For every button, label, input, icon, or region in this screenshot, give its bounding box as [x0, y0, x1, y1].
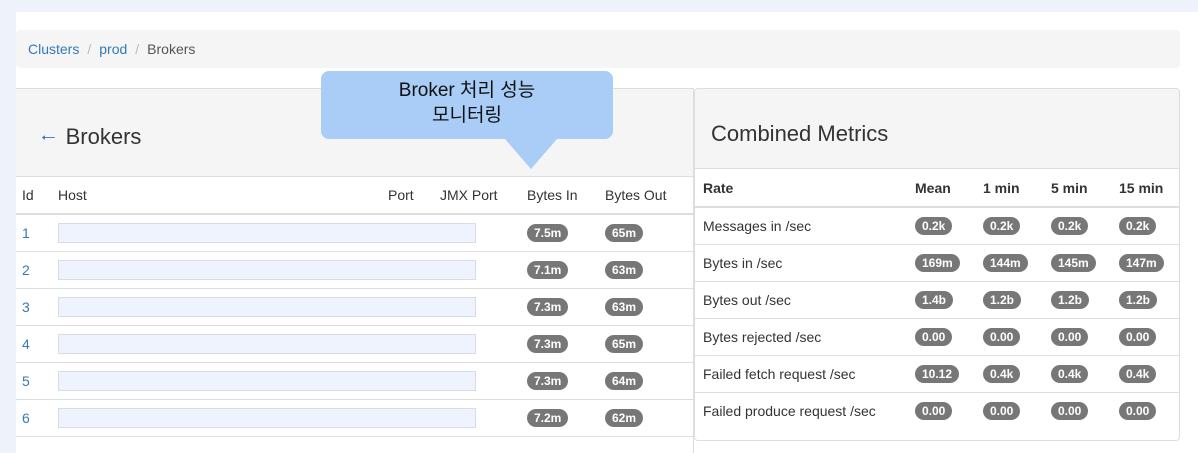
callout-line-2: 모니터링: [432, 105, 502, 126]
table-row: 5 7.3m 64m: [16, 362, 693, 400]
1min-badge: 144m: [983, 253, 1028, 272]
col-15min: 15 min: [1111, 169, 1179, 208]
bytes-in-badge: 7.3m: [527, 297, 569, 316]
bytes-in-badge: 7.3m: [527, 371, 569, 390]
broker-id-link[interactable]: 4: [22, 336, 30, 352]
bytes-in-badge: 7.5m: [527, 223, 569, 242]
bytes-in-badge: 7.3m: [527, 334, 569, 353]
1min-badge: 0.00: [983, 327, 1021, 346]
5min-badge: 0.4k: [1051, 364, 1089, 383]
metric-name: Messages in /sec: [695, 207, 907, 245]
breadcrumb: Clusters / prod / Brokers: [16, 30, 1180, 68]
combined-metrics-panel: Combined Metrics Rate Mean 1 min 5 min 1…: [694, 88, 1180, 441]
host-redacted: [58, 407, 476, 428]
host-redacted: [58, 259, 476, 280]
table-row: 1 7.5m 65m: [16, 214, 693, 252]
table-row: 2 7.1m 63m: [16, 251, 693, 289]
host-redacted: [58, 296, 476, 317]
table-row: Bytes rejected /sec 0.00 0.00 0.00 0.00: [695, 318, 1179, 356]
col-jmx-port: JMX Port: [434, 177, 521, 215]
page-title: 🠀 Brokers: [41, 124, 141, 156]
15min-badge: 147m: [1119, 253, 1164, 272]
mean-badge: 1.4b: [915, 290, 954, 309]
1min-badge: 0.4k: [983, 364, 1021, 383]
host-redacted: [58, 370, 476, 391]
mean-badge: 0.2k: [915, 216, 953, 235]
table-row: Bytes in /sec 169m 144m 145m 147m: [695, 244, 1179, 282]
col-bytes-in: Bytes In: [521, 177, 599, 215]
back-arrow-icon[interactable]: 🠀: [41, 128, 56, 148]
table-row: 6 7.2m 62m: [16, 399, 693, 437]
breadcrumb-clusters-link[interactable]: Clusters: [28, 41, 79, 57]
bytes-out-badge: 65m: [605, 334, 644, 353]
table-row: Messages in /sec 0.2k 0.2k 0.2k 0.2k: [695, 207, 1179, 245]
metrics-table-header: Rate Mean 1 min 5 min 15 min: [695, 169, 1179, 208]
table-row: Failed fetch request /sec 10.12 0.4k 0.4…: [695, 355, 1179, 393]
broker-id-link[interactable]: 3: [22, 299, 30, 315]
breadcrumb-prod-link[interactable]: prod: [99, 41, 127, 57]
brokers-table: Id Host Port JMX Port Bytes In Bytes Out…: [16, 177, 693, 437]
table-row: Failed produce request /sec 0.00 0.00 0.…: [695, 392, 1179, 429]
bytes-in-badge: 7.2m: [527, 408, 569, 427]
broker-id-link[interactable]: 1: [22, 225, 30, 241]
host-redacted: [58, 222, 476, 243]
col-1min: 1 min: [975, 169, 1043, 208]
table-row: Bytes out /sec 1.4b 1.2b 1.2b 1.2b: [695, 281, 1179, 319]
metrics-table: Rate Mean 1 min 5 min 15 min Messages in…: [695, 169, 1179, 429]
metrics-panel-header: Combined Metrics: [695, 89, 1179, 169]
bytes-out-badge: 62m: [605, 408, 644, 427]
bytes-out-badge: 64m: [605, 371, 644, 390]
broker-id-link[interactable]: 5: [22, 373, 30, 389]
metric-name: Failed produce request /sec: [703, 402, 876, 419]
col-port: Port: [382, 177, 434, 215]
brokers-panel: 🠀 Brokers Id Host Port JMX Port Bytes In …: [16, 88, 694, 453]
mean-badge: 0.00: [915, 327, 953, 346]
table-row: 4 7.3m 65m: [16, 325, 693, 363]
annotation-callout: Broker 처리 성능 모니터링: [321, 71, 613, 139]
brokers-table-header: Id Host Port JMX Port Bytes In Bytes Out: [16, 177, 693, 215]
1min-badge: 1.2b: [983, 290, 1022, 309]
col-host: Host: [52, 177, 382, 215]
5min-badge: 1.2b: [1051, 290, 1090, 309]
5min-badge: 0.00: [1051, 327, 1089, 346]
col-rate: Rate: [695, 169, 907, 208]
metrics-title: Combined Metrics: [711, 121, 889, 146]
metric-name: Bytes out /sec: [695, 281, 907, 319]
1min-badge: 0.00: [983, 401, 1021, 420]
col-mean: Mean: [907, 169, 975, 208]
15min-badge: 0.00: [1119, 327, 1157, 346]
mean-badge: 0.00: [915, 401, 953, 420]
15min-badge: 1.2b: [1119, 290, 1158, 309]
5min-badge: 145m: [1051, 253, 1096, 272]
5min-badge: 0.2k: [1051, 216, 1089, 235]
breadcrumb-current: Brokers: [147, 41, 196, 57]
bytes-in-badge: 7.1m: [527, 260, 569, 279]
callout-pointer: [505, 139, 557, 169]
col-id: Id: [16, 177, 52, 215]
1min-badge: 0.2k: [983, 216, 1021, 235]
mean-badge: 10.12: [915, 364, 960, 383]
table-row: 3 7.3m 63m: [16, 288, 693, 326]
15min-badge: 0.4k: [1119, 364, 1157, 383]
bytes-out-badge: 63m: [605, 297, 644, 316]
bytes-out-badge: 63m: [605, 260, 644, 279]
broker-id-link[interactable]: 2: [22, 262, 30, 278]
mean-badge: 169m: [915, 253, 960, 272]
col-bytes-out: Bytes Out: [599, 177, 693, 215]
col-5min: 5 min: [1043, 169, 1111, 208]
15min-badge: 0.00: [1119, 401, 1157, 420]
metric-name: Bytes rejected /sec: [695, 318, 907, 356]
metric-name: Failed fetch request /sec: [695, 355, 907, 393]
15min-badge: 0.2k: [1119, 216, 1157, 235]
metric-name: Bytes in /sec: [695, 244, 907, 282]
bytes-out-badge: 65m: [605, 223, 644, 242]
host-redacted: [58, 333, 476, 354]
5min-badge: 0.00: [1051, 401, 1089, 420]
brokers-title-text: Brokers: [65, 124, 142, 149]
broker-id-link[interactable]: 6: [22, 410, 30, 426]
callout-line-1: Broker 처리 성능: [398, 80, 536, 101]
